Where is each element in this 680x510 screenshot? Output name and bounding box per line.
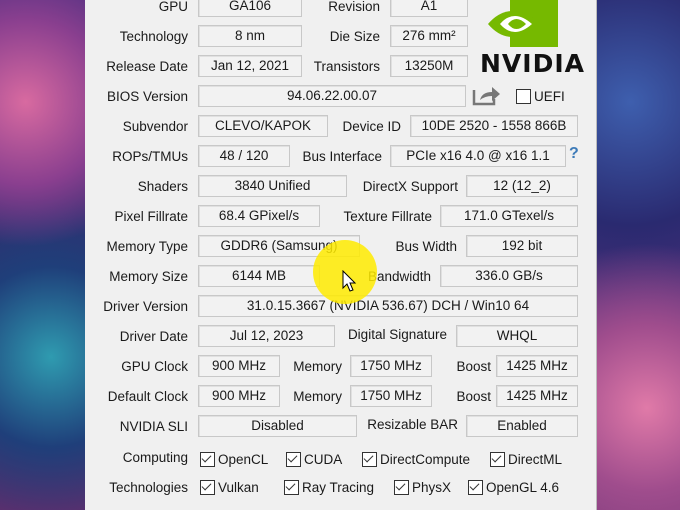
bus-interface-label: Bus Interface [302, 149, 382, 164]
default-memory-clock-field[interactable]: 1750 MHz [350, 385, 432, 407]
opencl-checkbox[interactable]: OpenCL [200, 451, 268, 469]
physx-label: PhysX [412, 480, 452, 495]
device-id-label: Device ID [342, 119, 401, 134]
nvidia-logo-text: NVIDIA [480, 49, 585, 78]
subvendor-label: Subvendor [122, 119, 188, 134]
bandwidth-label: Bandwidth [367, 269, 431, 284]
pixel-fillrate-label: Pixel Fillrate [114, 209, 188, 224]
checkmark-icon[interactable] [284, 480, 299, 495]
gpu-label: GPU [158, 0, 188, 14]
default-memory-clock-label: Memory [293, 389, 342, 404]
transistors-label: Transistors [313, 59, 380, 74]
computing-label: Computing [122, 450, 188, 465]
uefi-checkbox[interactable]: UEFI [516, 88, 565, 106]
cuda-checkbox[interactable]: CUDA [286, 451, 342, 469]
directcompute-label: DirectCompute [380, 452, 471, 467]
texture-fillrate-label: Texture Fillrate [343, 209, 432, 224]
opengl-checkbox[interactable]: OpenGL 4.6 [468, 479, 559, 497]
directx-support-label: DirectX Support [362, 179, 458, 194]
bios-version-field[interactable]: 94.06.22.00.07 [198, 85, 466, 107]
vulkan-label: Vulkan [218, 480, 259, 495]
gpu-clock-label: GPU Clock [121, 359, 188, 374]
ray-tracing-label: Ray Tracing [302, 480, 375, 495]
default-clock-label: Default Clock [107, 389, 188, 404]
die-size-label: Die Size [329, 29, 380, 44]
cuda-label: CUDA [304, 452, 343, 467]
desktop-wallpaper-right [597, 0, 680, 510]
technology-label: Technology [119, 29, 188, 44]
memory-size-label: Memory Size [109, 269, 188, 284]
default-boost-field[interactable]: 1425 MHz [496, 385, 578, 407]
bios-version-label: BIOS Version [106, 89, 188, 104]
checkmark-icon[interactable] [490, 452, 505, 467]
default-clock-field[interactable]: 900 MHz [198, 385, 280, 407]
driver-version-field[interactable]: 31.0.15.3667 (NVIDIA 536.67) DCH / Win10… [198, 295, 578, 317]
revision-field[interactable]: A1 [390, 0, 468, 17]
desktop-wallpaper-left [0, 0, 85, 510]
directcompute-checkbox[interactable]: DirectCompute [362, 451, 470, 469]
directx-support-field[interactable]: 12 (12_2) [466, 175, 578, 197]
gpu-field[interactable]: GA106 [198, 0, 302, 17]
bandwidth-field[interactable]: 336.0 GB/s [440, 265, 578, 287]
physx-checkbox[interactable]: PhysX [394, 479, 451, 497]
mouse-cursor-icon [342, 270, 357, 292]
checkmark-icon[interactable] [200, 452, 215, 467]
vulkan-checkbox[interactable]: Vulkan [200, 479, 259, 497]
rops-tmus-field[interactable]: 48 / 120 [198, 145, 290, 167]
resizable-bar-field[interactable]: Enabled [466, 415, 578, 437]
share-bios-icon[interactable] [472, 84, 502, 106]
uefi-label: UEFI [534, 89, 565, 104]
bus-interface-help-icon[interactable]: ? [569, 145, 579, 163]
memory-size-field[interactable]: 6144 MB [198, 265, 320, 287]
opencl-label: OpenCL [218, 452, 269, 467]
checkmark-icon[interactable] [394, 480, 409, 495]
bus-width-field[interactable]: 192 bit [466, 235, 578, 257]
memory-type-label: Memory Type [106, 239, 188, 254]
gpu-memory-clock-label: Memory [293, 359, 342, 374]
nvidia-eye-logo-icon [488, 0, 558, 47]
bus-interface-field[interactable]: PCIe x16 4.0 @ x16 1.1 [390, 145, 566, 167]
technologies-label: Technologies [109, 480, 188, 495]
technology-field[interactable]: 8 nm [198, 25, 302, 47]
ray-tracing-checkbox[interactable]: Ray Tracing [284, 479, 374, 497]
release-date-field[interactable]: Jan 12, 2021 [198, 55, 302, 77]
gpu-boost-label: Boost [456, 359, 491, 374]
directml-checkbox[interactable]: DirectML [490, 451, 562, 469]
checkmark-icon[interactable] [286, 452, 301, 467]
checkmark-icon[interactable] [362, 452, 377, 467]
gpu-memory-clock-field[interactable]: 1750 MHz [350, 355, 432, 377]
driver-date-field[interactable]: Jul 12, 2023 [198, 325, 335, 347]
bus-width-label: Bus Width [395, 239, 457, 254]
gpu-boost-field[interactable]: 1425 MHz [496, 355, 578, 377]
texture-fillrate-field[interactable]: 171.0 GTexel/s [440, 205, 578, 227]
device-id-field[interactable]: 10DE 2520 - 1558 866B [410, 115, 578, 137]
pixel-fillrate-field[interactable]: 68.4 GPixel/s [198, 205, 320, 227]
driver-version-label: Driver Version [103, 299, 188, 314]
transistors-field[interactable]: 13250M [390, 55, 468, 77]
nvidia-sli-field[interactable]: Disabled [198, 415, 357, 437]
revision-label: Revision [328, 0, 380, 14]
gpu-clock-field[interactable]: 900 MHz [198, 355, 280, 377]
shaders-label: Shaders [137, 179, 188, 194]
directml-label: DirectML [508, 452, 563, 467]
die-size-field[interactable]: 276 mm² [390, 25, 468, 47]
subvendor-field[interactable]: CLEVO/KAPOK [198, 115, 328, 137]
nvidia-sli-label: NVIDIA SLI [119, 419, 188, 434]
checkmark-icon[interactable] [200, 480, 215, 495]
digital-signature-field[interactable]: WHQL [456, 325, 578, 347]
rops-tmus-label: ROPs/TMUs [112, 149, 188, 164]
checkmark-icon[interactable] [468, 480, 483, 495]
driver-date-label: Driver Date [119, 329, 188, 344]
resizable-bar-label: Resizable BAR [367, 417, 458, 432]
shaders-field[interactable]: 3840 Unified [198, 175, 347, 197]
default-boost-label: Boost [456, 389, 491, 404]
digital-signature-label: Digital Signature [347, 327, 447, 342]
release-date-label: Release Date [106, 59, 188, 74]
uefi-checkbox-box[interactable] [516, 89, 531, 104]
opengl-label: OpenGL 4.6 [486, 480, 560, 495]
